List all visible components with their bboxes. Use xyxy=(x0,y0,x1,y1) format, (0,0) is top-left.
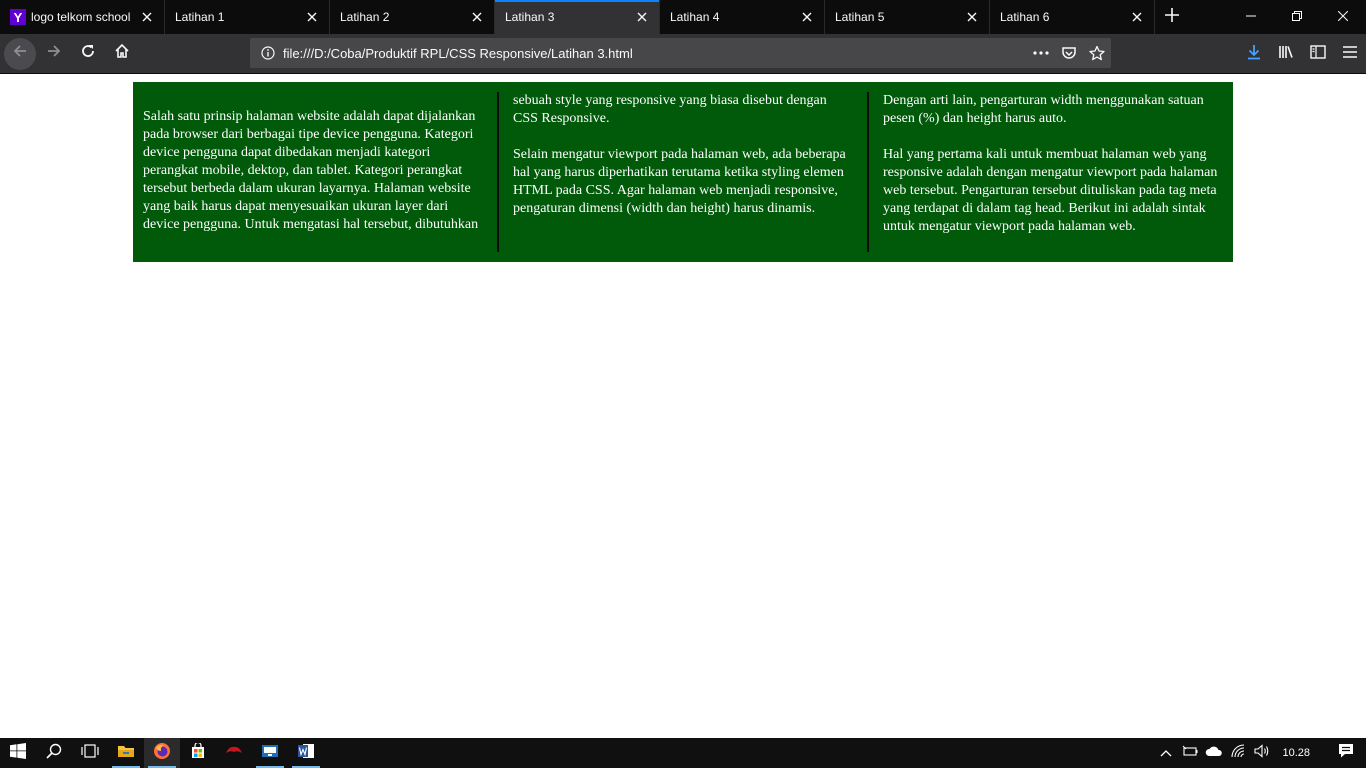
close-tab-icon[interactable] xyxy=(960,5,984,29)
tab-latihan-5[interactable]: Latihan 5 xyxy=(825,0,990,34)
pocket-icon[interactable] xyxy=(1055,38,1083,68)
paragraph: Hal yang pertama kali untuk membuat hala… xyxy=(883,147,1218,234)
close-tab-icon[interactable] xyxy=(465,5,489,29)
chevron-up-icon xyxy=(1160,744,1172,762)
tab-latihan-2[interactable]: Latihan 2 xyxy=(330,0,495,34)
battery-icon xyxy=(1182,744,1198,762)
url-bar[interactable]: file:///D:/Coba/Produktif RPL/CSS Respon… xyxy=(250,38,1111,68)
content-box: Salah satu prinsip halaman website adala… xyxy=(133,82,1233,262)
window-controls xyxy=(1228,0,1366,34)
tab-title: Latihan 4 xyxy=(670,10,720,24)
tab-latihan-6[interactable]: Latihan 6 xyxy=(990,0,1155,34)
minimize-button[interactable] xyxy=(1228,0,1274,34)
taskbar-file-explorer[interactable] xyxy=(108,738,144,768)
taskbar-store[interactable] xyxy=(180,738,216,768)
cloud-icon xyxy=(1205,744,1223,762)
search-button[interactable] xyxy=(36,738,72,768)
arrow-left-icon xyxy=(12,43,28,64)
reload-button[interactable] xyxy=(72,38,104,70)
taskbar-clock[interactable]: 10.28 xyxy=(1274,747,1326,759)
tab-title: Latihan 2 xyxy=(340,10,390,24)
home-icon xyxy=(114,43,130,64)
toolbar-right xyxy=(1238,38,1366,70)
store-icon xyxy=(190,741,206,764)
start-button[interactable] xyxy=(0,738,36,768)
sidebar-icon xyxy=(1310,44,1326,65)
arrow-right-icon xyxy=(46,43,62,64)
tab-latihan-3[interactable]: Latihan 3 xyxy=(495,0,660,34)
game-icon xyxy=(225,744,243,763)
onedrive-button[interactable] xyxy=(1202,738,1226,768)
page-viewport: Salah satu prinsip halaman website adala… xyxy=(0,75,1366,738)
reload-icon xyxy=(80,43,96,64)
info-icon[interactable] xyxy=(253,38,283,68)
media-icon xyxy=(261,743,279,764)
url-text[interactable]: file:///D:/Coba/Produktif RPL/CSS Respon… xyxy=(283,46,1027,61)
download-arrow-icon xyxy=(1246,44,1262,65)
forward-button[interactable] xyxy=(38,38,70,70)
yahoo-favicon-icon: Y xyxy=(10,9,26,25)
home-button[interactable] xyxy=(106,38,138,70)
page-actions-icon[interactable] xyxy=(1027,38,1055,68)
tab-title: Latihan 3 xyxy=(505,10,555,24)
close-tab-icon[interactable] xyxy=(795,5,819,29)
close-window-button[interactable] xyxy=(1320,0,1366,34)
volume-button[interactable] xyxy=(1250,738,1274,768)
windows-taskbar: 10.28 xyxy=(0,738,1366,768)
close-tab-icon[interactable] xyxy=(1125,5,1149,29)
speaker-icon xyxy=(1254,743,1270,763)
restore-button[interactable] xyxy=(1274,0,1320,34)
search-icon xyxy=(46,743,62,764)
close-tab-icon[interactable] xyxy=(300,5,324,29)
new-tab-button[interactable] xyxy=(1155,0,1189,34)
taskbar-word[interactable] xyxy=(288,738,324,768)
network-button[interactable] xyxy=(1226,738,1250,768)
back-button[interactable] xyxy=(4,37,36,70)
minimize-icon xyxy=(1246,8,1256,26)
downloads-button[interactable] xyxy=(1238,38,1270,70)
close-icon xyxy=(1337,8,1349,26)
windows-logo-icon xyxy=(10,742,26,764)
tab-title: Latihan 1 xyxy=(175,10,225,24)
plus-icon xyxy=(1165,7,1179,27)
tab-title: Latihan 5 xyxy=(835,10,885,24)
show-hidden-icons-button[interactable] xyxy=(1154,738,1178,768)
tab-latihan-1[interactable]: Latihan 1 xyxy=(165,0,330,34)
restore-icon xyxy=(1292,8,1302,26)
bookmark-star-icon[interactable] xyxy=(1083,38,1111,68)
tab-title: Latihan 6 xyxy=(1000,10,1050,24)
close-tab-icon[interactable] xyxy=(135,5,159,29)
task-view-icon xyxy=(81,743,99,763)
tab-latihan-4[interactable]: Latihan 4 xyxy=(660,0,825,34)
file-explorer-icon xyxy=(117,743,135,764)
taskbar-game-app[interactable] xyxy=(216,738,252,768)
three-column-text: Salah satu prinsip halaman website adala… xyxy=(143,92,1223,252)
action-center-button[interactable] xyxy=(1326,738,1366,768)
tab-title: logo telkom school xyxy=(31,10,131,24)
task-view-button[interactable] xyxy=(72,738,108,768)
navigation-toolbar: file:///D:/Coba/Produktif RPL/CSS Respon… xyxy=(0,34,1366,74)
word-icon xyxy=(297,742,315,765)
tab-logo-telkom-school[interactable]: Y logo telkom school xyxy=(0,0,165,34)
library-icon xyxy=(1278,44,1294,65)
close-tab-icon[interactable] xyxy=(630,5,654,29)
menu-button[interactable] xyxy=(1334,38,1366,70)
notification-icon xyxy=(1338,743,1354,764)
library-button[interactable] xyxy=(1270,38,1302,70)
taskbar-firefox[interactable] xyxy=(144,738,180,768)
taskbar-media-app[interactable] xyxy=(252,738,288,768)
system-tray: 10.28 xyxy=(1154,738,1366,768)
firefox-icon xyxy=(153,742,171,765)
hamburger-menu-icon xyxy=(1342,45,1358,64)
tab-strip: Y logo telkom school Latihan 1 Latihan 2… xyxy=(0,0,1366,34)
wifi-icon xyxy=(1230,743,1246,763)
sidebar-toggle-button[interactable] xyxy=(1302,38,1334,70)
battery-button[interactable] xyxy=(1178,738,1202,768)
